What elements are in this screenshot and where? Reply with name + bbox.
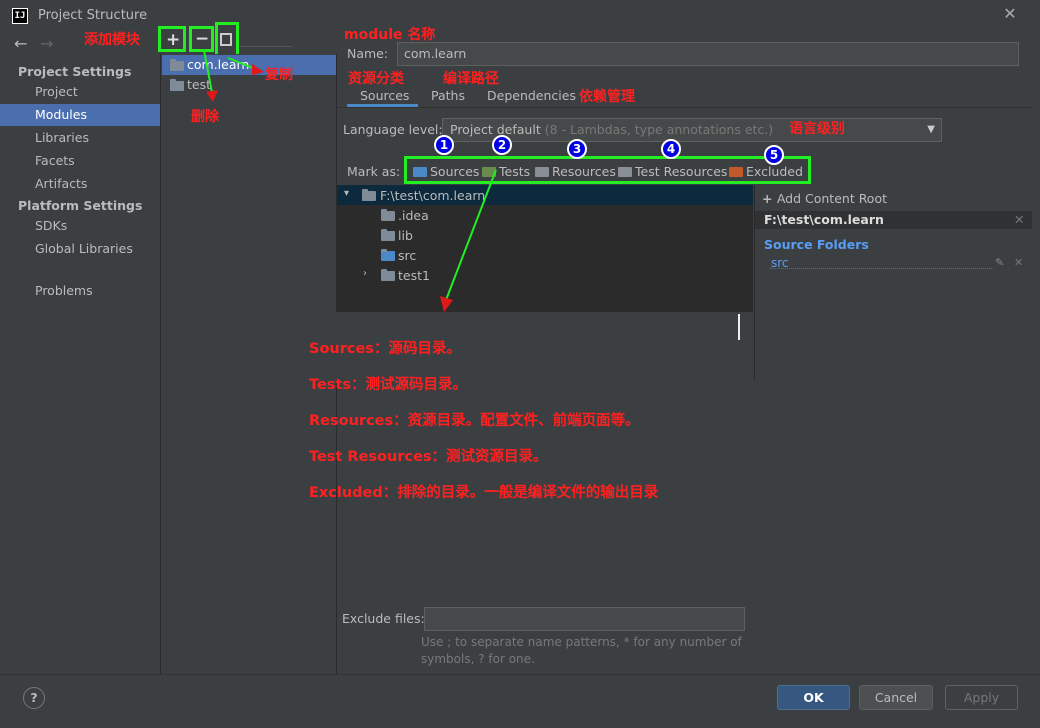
help-button[interactable]: ? xyxy=(23,687,45,709)
ok-button[interactable]: OK xyxy=(777,685,850,710)
arrow-delete xyxy=(203,49,214,99)
arrow-explanation xyxy=(445,169,497,301)
exclude-hint-line2: symbols, ? for one. xyxy=(421,652,535,666)
annotation-module-name: module 名称 xyxy=(344,27,436,43)
annotation-compile-path: 编译路径 xyxy=(443,71,499,87)
bottom-divider xyxy=(0,674,1040,675)
apply-button[interactable]: Apply xyxy=(945,685,1018,710)
exclude-files-label: Exclude files: xyxy=(342,611,425,626)
exclude-hint-line1: Use ; to separate name patterns, * for a… xyxy=(421,635,742,649)
exclude-files-input[interactable] xyxy=(424,607,745,631)
annotation-language-level: 语言级别 xyxy=(789,121,845,137)
annotation-copy: 复制 xyxy=(265,67,293,83)
annotation-resource-category: 资源分类 xyxy=(348,71,404,87)
arrow-explanation-head xyxy=(440,296,453,312)
annotation-add-module: 添加模块 xyxy=(84,32,140,48)
annotation-delete: 删除 xyxy=(191,109,219,125)
cancel-button[interactable]: Cancel xyxy=(859,685,933,710)
annotation-dependency-mgmt: 依赖管理 xyxy=(579,89,635,105)
arrow-delete-head xyxy=(206,90,218,102)
arrow-copy-head xyxy=(252,64,264,75)
